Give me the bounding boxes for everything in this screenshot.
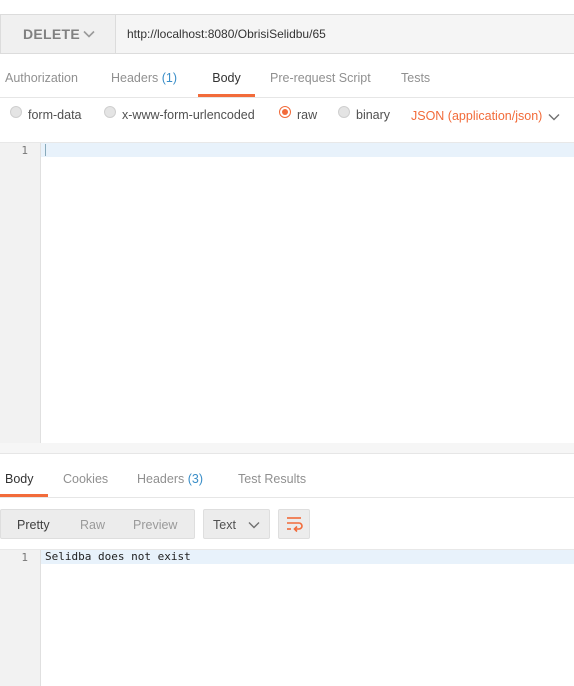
tab-response-body[interactable]: Body xyxy=(0,464,48,497)
view-mode-group: Pretty Raw Preview xyxy=(0,509,195,539)
tab-label: Headers xyxy=(111,71,159,85)
method-select[interactable]: DELETE xyxy=(0,14,116,54)
radio-label: x-www-form-urlencoded xyxy=(122,108,255,122)
tab-label: Body xyxy=(212,71,241,85)
tab-cookies[interactable]: Cookies xyxy=(63,464,108,497)
line-gutter xyxy=(0,143,41,443)
format-select[interactable]: Text xyxy=(203,509,270,539)
tab-tests[interactable]: Tests xyxy=(401,62,430,97)
raw-button[interactable]: Raw xyxy=(80,518,105,532)
chevron-down-icon xyxy=(248,522,260,529)
tab-label: Body xyxy=(5,472,34,486)
pretty-button[interactable]: Pretty xyxy=(17,518,50,532)
request-tabs: Authorization Headers (1) Body Pre-reque… xyxy=(0,62,574,98)
radio-form-data[interactable] xyxy=(10,106,22,118)
method-label: DELETE xyxy=(23,26,81,42)
active-line-highlight xyxy=(0,143,574,157)
response-body-viewer[interactable]: 1 Selidba does not exist xyxy=(0,549,574,686)
tab-headers[interactable]: Headers (1) xyxy=(111,62,177,97)
wrap-lines-icon xyxy=(287,517,303,533)
line-gutter xyxy=(0,550,41,686)
line-number: 1 xyxy=(21,551,28,564)
url-text: http://localhost:8080/ObrisiSelidbu/65 xyxy=(127,27,326,41)
headers-count-badge: (3) xyxy=(187,472,204,486)
text-cursor xyxy=(45,144,46,156)
radio-label: form-data xyxy=(28,108,82,122)
tab-test-results[interactable]: Test Results xyxy=(238,464,306,497)
wrap-lines-button[interactable] xyxy=(278,509,310,539)
radio-binary[interactable] xyxy=(338,106,350,118)
request-body-editor[interactable]: 1 xyxy=(0,142,574,444)
tab-label: Tests xyxy=(401,71,431,85)
headers-count-badge: (1) xyxy=(161,71,178,85)
radio-label: binary xyxy=(356,108,391,122)
content-type-select[interactable]: JSON (application/json) xyxy=(411,109,542,123)
pane-divider[interactable] xyxy=(0,443,574,454)
tab-label: Test Results xyxy=(238,472,307,486)
url-input[interactable]: http://localhost:8080/ObrisiSelidbu/65 xyxy=(115,14,574,54)
request-bar: DELETE http://localhost:8080/ObrisiSelid… xyxy=(0,14,574,54)
response-tabs: Body Cookies Headers (3) Test Results xyxy=(0,464,574,498)
chevron-down-icon xyxy=(83,30,95,38)
line-number: 1 xyxy=(21,144,28,157)
response-toolbar: Pretty Raw Preview Text xyxy=(0,509,574,541)
preview-button[interactable]: Preview xyxy=(133,518,177,532)
tab-label: Cookies xyxy=(63,472,109,486)
tab-response-headers[interactable]: Headers (3) xyxy=(137,464,203,497)
tab-label: Headers xyxy=(137,472,185,486)
tab-authorization[interactable]: Authorization xyxy=(5,62,78,97)
radio-urlencoded[interactable] xyxy=(104,106,116,118)
tab-pre-request-script[interactable]: Pre-request Script xyxy=(270,62,371,97)
response-text: Selidba does not exist xyxy=(45,550,191,563)
radio-raw[interactable] xyxy=(279,106,291,118)
tab-label: Pre-request Script xyxy=(270,71,371,85)
chevron-down-icon[interactable] xyxy=(548,112,560,122)
body-type-selector: form-data x-www-form-urlencoded raw bina… xyxy=(0,100,574,130)
tab-label: Authorization xyxy=(5,71,78,85)
radio-label: raw xyxy=(297,108,318,122)
format-label: Text xyxy=(213,518,236,532)
tab-body[interactable]: Body xyxy=(198,62,255,97)
